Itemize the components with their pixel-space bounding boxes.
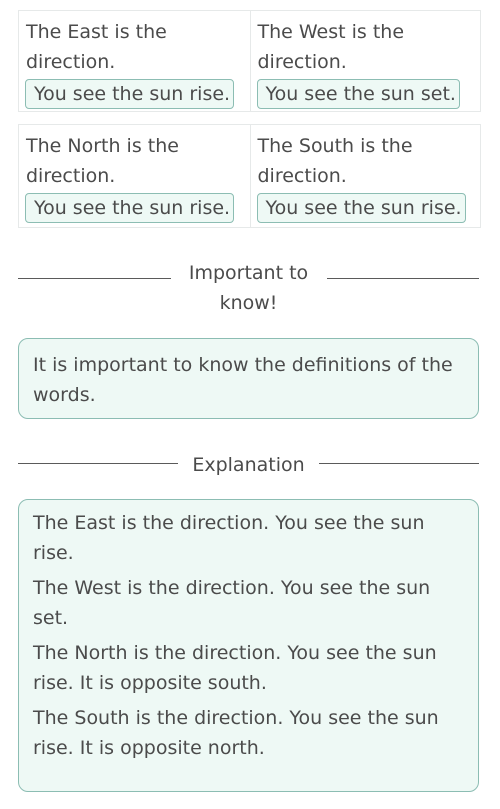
answer-chip[interactable]: You see the sun rise. xyxy=(25,193,235,223)
answer-chip[interactable]: You see the sun rise. xyxy=(256,193,466,223)
matching-row-2: The North is the direction. You see the … xyxy=(18,124,481,228)
explanation-paragraph: The South is the direction. You see the … xyxy=(33,707,439,759)
explanation-paragraph: The North is the direction. You see the … xyxy=(33,642,437,694)
prompt-text: The West is the direction. xyxy=(257,21,405,73)
divider-line-left xyxy=(18,278,171,279)
answer-chip[interactable]: You see the sun rise. xyxy=(25,79,235,109)
answer-chip[interactable]: You see the sun set. xyxy=(256,79,460,109)
divider-line-right xyxy=(318,463,479,464)
prompt-text: The East is the direction. xyxy=(26,21,167,73)
explanation-paragraph: The East is the direction. You see the s… xyxy=(33,512,425,564)
divider-line-right xyxy=(326,278,479,279)
match-cell-east: The East is the direction. You see the s… xyxy=(19,11,250,111)
matching-row-1: The East is the direction. You see the s… xyxy=(18,10,481,112)
prompt-text: The South is the direction. xyxy=(257,135,413,187)
match-cell-north: The North is the direction. You see the … xyxy=(19,125,250,227)
important-divider: Important to know! xyxy=(18,258,479,318)
important-box: It is important to know the definitions … xyxy=(18,338,479,419)
explanation-paragraph: The West is the direction. You see the s… xyxy=(33,577,431,629)
important-heading: Important to know! xyxy=(188,262,309,314)
divider-line-left xyxy=(18,463,179,464)
match-cell-south: The South is the direction. You see the … xyxy=(249,125,481,227)
prompt-text: The North is the direction. xyxy=(26,135,179,187)
match-cell-west: The West is the direction. You see the s… xyxy=(249,11,481,111)
explanation-heading: Explanation xyxy=(192,454,305,476)
explanation-box: The East is the direction. You see the s… xyxy=(18,499,479,792)
explanation-divider: Explanation xyxy=(18,450,479,480)
